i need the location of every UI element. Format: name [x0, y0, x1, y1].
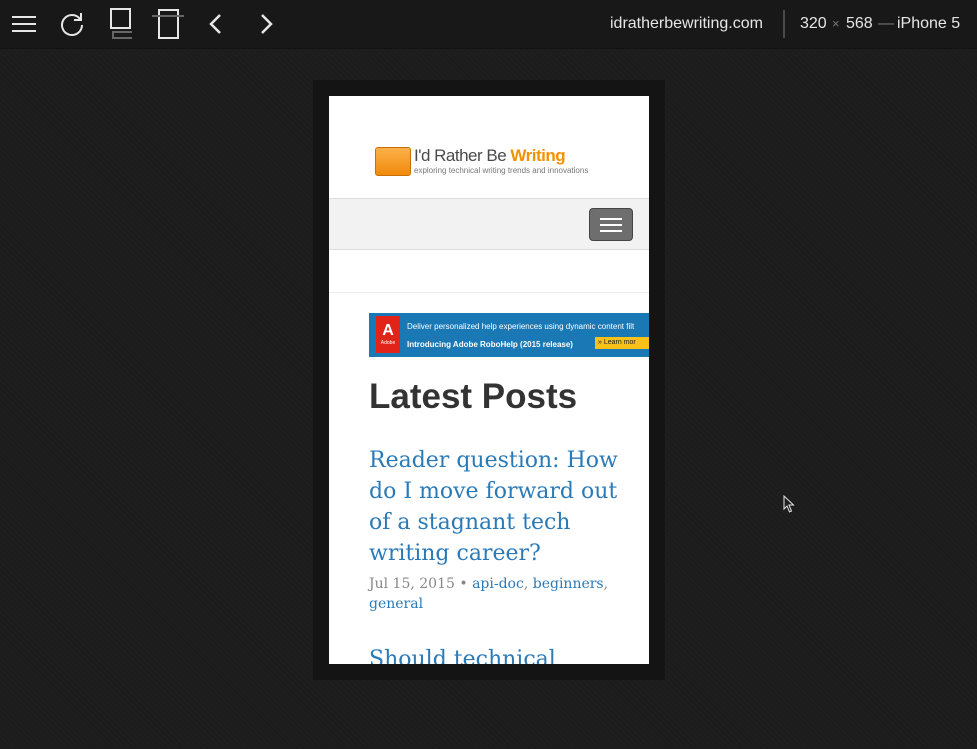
- ad-subheadline: Introducing Adobe RoboHelp (2015 release…: [407, 340, 573, 349]
- post-meta: Jul 15, 2015 • api-doc, beginners, gener…: [369, 576, 609, 612]
- landscape-icon[interactable]: [152, 8, 184, 40]
- site-url: idratherbewriting.com: [610, 15, 763, 32]
- dash-separator: —: [878, 15, 894, 32]
- site-logo-title[interactable]: I'd Rather Be Writing: [414, 146, 566, 166]
- post-title-link[interactable]: Reader question: How do I move forward o…: [369, 445, 619, 569]
- tag-link[interactable]: general: [369, 596, 423, 612]
- nav-toggle-button[interactable]: [589, 208, 633, 241]
- divider: [329, 292, 649, 293]
- device-viewport: I'd Rather Be Writing exploring technica…: [329, 96, 649, 664]
- viewport-height[interactable]: 568: [846, 0, 873, 48]
- times-sign: ×: [832, 16, 840, 31]
- adobe-logo-wordmark: Adobe: [380, 340, 396, 346]
- post-title-link[interactable]: Should technical: [369, 644, 619, 664]
- mobile-navbar: [329, 198, 649, 250]
- ad-button-label: Learn mor: [603, 339, 636, 346]
- toolbar-divider: [783, 10, 785, 38]
- adobe-logo-a-icon: A: [382, 322, 394, 339]
- ad-headline: Deliver personalized help experiences us…: [407, 322, 635, 331]
- viewport-width[interactable]: 320: [800, 0, 827, 48]
- device-name[interactable]: iPhone 5: [897, 0, 960, 48]
- ad-learn-more-button[interactable]: » Learn mor: [595, 337, 649, 349]
- hamburger-bar: [600, 230, 622, 232]
- meta-separator: •: [459, 576, 468, 592]
- ad-banner[interactable]: A Adobe Deliver personalized help experi…: [369, 313, 649, 357]
- forward-icon[interactable]: [250, 8, 282, 40]
- device-toolbar: idratherbewriting.com 320 × 568 — iPhone…: [0, 0, 977, 49]
- logo-title-accent: Writing: [510, 146, 566, 165]
- menu-icon[interactable]: [8, 8, 40, 40]
- hamburger-bar: [600, 224, 622, 226]
- logo-title-prefix: I'd Rather Be: [414, 146, 511, 165]
- back-icon[interactable]: [200, 8, 232, 40]
- reload-icon[interactable]: [56, 8, 88, 40]
- portrait-icon[interactable]: [104, 8, 136, 40]
- mouse-cursor-icon: [783, 494, 795, 518]
- hamburger-bar: [600, 218, 622, 220]
- adobe-logo-icon: A Adobe: [376, 316, 400, 353]
- post-date: Jul 15, 2015: [369, 576, 455, 592]
- site-tagline: exploring technical writing trends and i…: [414, 166, 589, 175]
- tag-link[interactable]: api-doc: [472, 576, 524, 592]
- logo-icon[interactable]: [375, 147, 411, 176]
- tag-link[interactable]: beginners: [533, 576, 604, 592]
- latest-posts-heading: Latest Posts: [369, 377, 578, 416]
